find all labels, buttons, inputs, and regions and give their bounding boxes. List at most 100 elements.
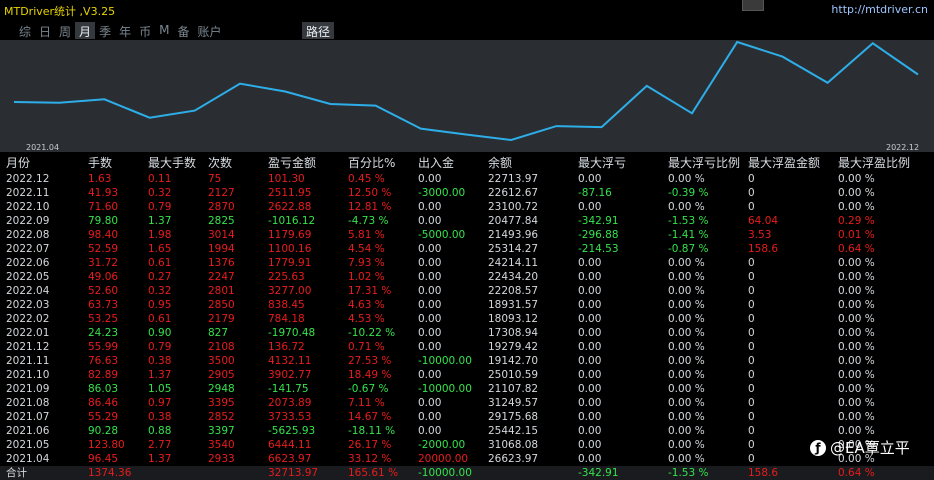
watermark-text: @EA覃立平 [830, 439, 910, 457]
cell-profit: 6623.97 [268, 453, 312, 465]
table-row[interactable]: 2021.08 86.46 0.97 3395 2073.89 7.11 % 0.00 312… [0, 396, 934, 410]
cell-count: 1994 [208, 243, 235, 255]
tab-summary[interactable]: 综 [15, 22, 35, 39]
cell-count: 3395 [208, 397, 235, 409]
header-deposit[interactable]: 出入金 [418, 154, 454, 172]
tab-magic[interactable]: M [155, 22, 173, 39]
table-row[interactable]: 2021.07 55.29 0.38 2852 3733.53 14.67 % 0.00 29… [0, 410, 934, 424]
cell-max-float-loss-pct: 0.00 % [668, 341, 705, 353]
cell-month: 2022.06 [6, 257, 50, 269]
cell-lots: 76.63 [88, 355, 119, 367]
header-lots[interactable]: 手数 [88, 154, 112, 172]
cell-max-float-loss-pct: 0.00 % [668, 425, 705, 437]
tab-quarter[interactable]: 季 [95, 22, 115, 39]
header-max-float-profit[interactable]: 最大浮盈金额 [748, 154, 820, 172]
cell-month: 2021.09 [6, 383, 50, 395]
header-max-lots[interactable]: 最大手数 [148, 154, 196, 172]
table-row[interactable]: 2022.03 63.73 0.95 2850 838.45 4.63 % 0.00 1893… [0, 298, 934, 312]
table-row[interactable]: 2022.12 1.63 0.11 75 101.30 0.45 % 0.00 22713.9… [0, 172, 934, 186]
cell-count: 3540 [208, 439, 235, 451]
table-row[interactable]: 2021.09 86.03 1.05 2948 -141.75 -0.67 % -10000… [0, 382, 934, 396]
cell-max-float-loss: 0.00 [578, 439, 602, 451]
cell-max-float-loss: 0.00 [578, 341, 602, 353]
cell-max-float-loss-pct: -0.39 % [668, 187, 709, 199]
header-count[interactable]: 次数 [208, 154, 232, 172]
cell-max-float-profit-pct: 0.00 % [838, 285, 875, 297]
cell-max-float-profit-pct: 0.01 % [838, 229, 875, 241]
cell-max-float-loss-pct: 0.00 % [668, 383, 705, 395]
table-row[interactable]: 2022.10 71.60 0.79 2870 2622.88 12.81 % 0.00 23… [0, 200, 934, 214]
table-row[interactable]: 2021.04 96.45 1.37 2933 6623.97 33.12 % 20000.… [0, 452, 934, 466]
cell-profit: 1179.69 [268, 229, 312, 241]
table-row[interactable]: 2022.11 41.93 0.32 2127 2511.95 12.50 % -3000.… [0, 186, 934, 200]
cell-count: 827 [208, 327, 229, 339]
cell-lots: 41.93 [88, 187, 119, 199]
title-handle[interactable] [742, 0, 764, 11]
cell-deposit: 0.00 [418, 271, 442, 283]
header-balance[interactable]: 余额 [488, 154, 512, 172]
table-row[interactable]: 2022.09 79.80 1.37 2825 -1016.12 -4.73 % 0.00 2… [0, 214, 934, 228]
cell-profit: 2511.95 [268, 187, 312, 199]
total-max-float-profit: 158.6 [748, 467, 779, 479]
header-profit[interactable]: 盈亏金额 [268, 154, 316, 172]
table-row[interactable]: 2021.06 90.28 0.88 3397 -5625.93 -18.11 % 0.00… [0, 424, 934, 438]
cell-lots: 53.25 [88, 313, 119, 325]
cell-max-float-profit-pct: 0.00 % [838, 397, 875, 409]
cell-percent: 17.31 % [348, 285, 392, 297]
cell-balance: 22612.67 [488, 187, 539, 199]
table-row[interactable]: 2022.08 98.40 1.98 3014 1179.69 5.81 % -5000.0… [0, 228, 934, 242]
header-percent[interactable]: 百分比% [348, 154, 395, 172]
table-row[interactable]: 2022.06 31.72 0.61 1376 1779.91 7.93 % 0.00 242… [0, 256, 934, 270]
header-max-float-loss-pct[interactable]: 最大浮亏比例 [668, 154, 740, 172]
cell-deposit: 0.00 [418, 341, 442, 353]
table-row[interactable]: 2022.04 52.60 0.32 2801 3277.00 17.31 % 0.00 22… [0, 284, 934, 298]
header-max-float-loss[interactable]: 最大浮亏 [578, 154, 626, 172]
cell-max-float-profit: 0 [748, 397, 755, 409]
cell-balance: 19279.42 [488, 341, 539, 353]
table-row[interactable]: 2022.05 49.06 0.27 2247 225.63 1.02 % 0.00 2243… [0, 270, 934, 284]
table-row[interactable]: 2021.10 82.89 1.37 2905 3902.77 18.49 % 0.00 25… [0, 368, 934, 382]
tab-day[interactable]: 日 [35, 22, 55, 39]
cell-balance: 23100.72 [488, 201, 539, 213]
cell-max-float-loss-pct: 0.00 % [668, 201, 705, 213]
cell-profit: -1970.48 [268, 327, 316, 339]
table-row[interactable]: 2021.12 55.99 0.79 2108 136.72 0.71 % 0.00 1927… [0, 340, 934, 354]
cell-max-lots: 0.32 [148, 285, 172, 297]
cell-max-float-loss: -296.88 [578, 229, 619, 241]
table-row[interactable]: 2021.11 76.63 0.38 3500 4132.11 27.53 % -10000… [0, 354, 934, 368]
cell-profit: 225.63 [268, 271, 305, 283]
website-url[interactable]: http://mtdriver.cn [831, 3, 928, 16]
table-row[interactable]: 2022.07 52.59 1.65 1994 1100.16 4.54 % 0.00 253… [0, 242, 934, 256]
cell-count: 1376 [208, 257, 235, 269]
tab-note[interactable]: 备 [173, 22, 193, 39]
total-max-float-loss: -342.91 [578, 467, 619, 479]
cell-count: 2852 [208, 411, 235, 423]
cell-max-float-loss-pct: 0.00 % [668, 327, 705, 339]
cell-max-float-loss-pct: 0.00 % [668, 299, 705, 311]
tab-month[interactable]: 月 [75, 22, 96, 39]
tab-week[interactable]: 周 [55, 22, 75, 39]
cell-deposit: 0.00 [418, 215, 442, 227]
cell-lots: 123.80 [88, 439, 125, 451]
tab-year[interactable]: 年 [115, 22, 135, 39]
table-row[interactable]: 2022.02 53.25 0.61 2179 784.18 4.53 % 0.00 1809… [0, 312, 934, 326]
cell-lots: 90.28 [88, 425, 119, 437]
cell-deposit: 0.00 [418, 243, 442, 255]
cell-percent: 7.93 % [348, 257, 385, 269]
cell-max-float-profit-pct: 0.64 % [838, 243, 875, 255]
header-month[interactable]: 月份 [6, 154, 30, 172]
watermark: ƒ @EA覃立平 [810, 437, 910, 458]
table-row[interactable]: 2022.01 24.23 0.90 827 -1970.48 -10.22 % 0.00 1… [0, 326, 934, 340]
cell-profit: 2073.89 [268, 397, 312, 409]
cell-profit: 3902.77 [268, 369, 312, 381]
tab-currency[interactable]: 币 [135, 22, 155, 39]
cell-profit: 101.30 [268, 173, 305, 185]
header-max-float-profit-pct[interactable]: 最大浮盈比例 [838, 154, 910, 172]
cell-max-float-loss-pct: 0.00 % [668, 397, 705, 409]
table-row[interactable]: 2021.05 123.80 2.77 3540 6444.11 26.17 % -2000… [0, 438, 934, 452]
cell-percent: 33.12 % [348, 453, 392, 465]
path-button[interactable]: 路径 [302, 22, 335, 39]
cell-max-lots: 1.05 [148, 383, 172, 395]
tab-account[interactable]: 账户 [193, 22, 225, 39]
cell-count: 2801 [208, 285, 235, 297]
